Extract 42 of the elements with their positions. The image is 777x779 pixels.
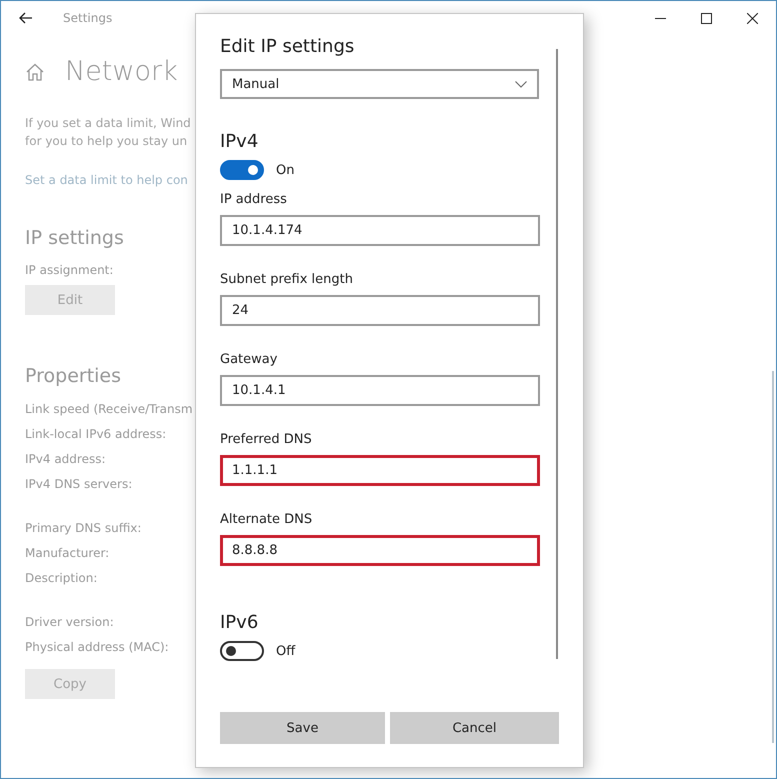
- property-label: IPv4 address:: [25, 451, 107, 468]
- property-label: Description:: [25, 570, 98, 587]
- toggle-switch[interactable]: [220, 160, 264, 180]
- property-label: Link speed (Receive/Transm: [25, 401, 193, 418]
- section-heading: Properties: [25, 365, 122, 387]
- field-label: Alternate DNS: [220, 512, 312, 527]
- field-label: Preferred DNS: [220, 432, 312, 447]
- section-heading: IPv6: [220, 612, 258, 633]
- toggle-label: On: [276, 162, 294, 178]
- chevron-down-icon: [515, 80, 527, 88]
- ip-assignment-label: IP assignment:: [25, 263, 114, 277]
- dialog-button[interactable]: Save: [220, 712, 385, 744]
- property-label: Primary DNS suffix:: [25, 520, 142, 537]
- section-heading: IP settings: [25, 227, 124, 249]
- field-label: Subnet prefix length: [220, 272, 353, 287]
- input-field[interactable]: 1.1.1.1: [220, 455, 540, 486]
- dropdown[interactable]: Manual: [220, 69, 539, 99]
- input-field[interactable]: 8.8.8.8: [220, 535, 540, 566]
- field-label: Gateway: [220, 352, 278, 367]
- property-label: Driver version:: [25, 614, 115, 631]
- home-icon[interactable]: [25, 62, 45, 80]
- dialog-button[interactable]: Cancel: [390, 712, 559, 744]
- toggle-switch[interactable]: [220, 641, 264, 661]
- scrollbar[interactable]: [772, 371, 774, 743]
- input-field[interactable]: 24: [220, 295, 540, 326]
- input-field[interactable]: 10.1.4.174: [220, 215, 540, 246]
- page-title: Network: [65, 56, 178, 87]
- toggle-label: Off: [276, 644, 296, 658]
- window-title: Settings: [63, 11, 112, 25]
- input-field[interactable]: 10.1.4.1: [220, 375, 540, 406]
- property-label: Link-local IPv6 address:: [25, 426, 168, 443]
- dialog-title: Edit IP settings: [220, 36, 354, 57]
- property-label: Physical address (MAC):: [25, 639, 169, 656]
- back-arrow-icon[interactable]: [19, 12, 33, 24]
- data-limit-description: If you set a data limit, Wind for you to help you stay un: [25, 115, 191, 150]
- maximize-icon[interactable]: [701, 12, 712, 24]
- property-label: Manufacturer:: [25, 545, 110, 562]
- close-icon[interactable]: [747, 12, 758, 24]
- section-heading: IPv4: [220, 131, 258, 152]
- field-label: IP address: [220, 192, 287, 207]
- scrollbar[interactable]: [556, 49, 558, 659]
- property-label: IPv4 DNS servers:: [25, 476, 134, 493]
